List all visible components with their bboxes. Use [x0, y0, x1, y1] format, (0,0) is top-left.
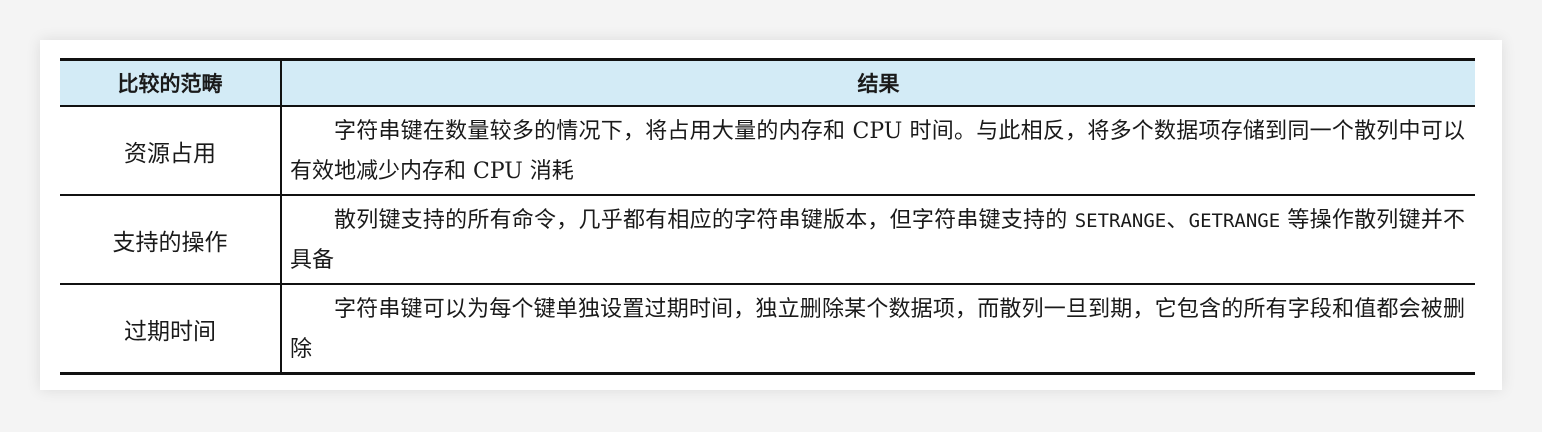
table-card: 比较的范畴 结果 资源占用 字符串键在数量较多的情况下，将占用大量的内存和 CP… — [40, 40, 1502, 390]
table-row: 过期时间 字符串键可以为每个键单独设置过期时间，独立删除某个数据项，而散列一旦到… — [60, 284, 1475, 374]
table-row: 资源占用 字符串键在数量较多的情况下，将占用大量的内存和 CPU 时间。与此相反… — [60, 106, 1475, 195]
row-result: 字符串键在数量较多的情况下，将占用大量的内存和 CPU 时间。与此相反，将多个数… — [290, 118, 1465, 184]
row-result: 字符串键可以为每个键单独设置过期时间，独立删除某个数据项，而散列一旦到期，它包含… — [290, 296, 1465, 362]
result-text: 、 — [1166, 207, 1189, 233]
row-result: 散列键支持的所有命令，几乎都有相应的字符串键版本，但字符串键支持的 SETRAN… — [281, 195, 1475, 284]
row-category: 支持的操作 — [60, 195, 282, 284]
row-category: 资源占用 — [60, 106, 282, 195]
code-setrange: SETRANGE — [1074, 209, 1167, 232]
code-getrange: GETRANGE — [1188, 209, 1281, 232]
result-text: 散列键支持的所有命令，几乎都有相应的字符串键版本，但字符串键支持的 — [334, 207, 1075, 233]
comparison-table: 比较的范畴 结果 资源占用 字符串键在数量较多的情况下，将占用大量的内存和 CP… — [60, 58, 1475, 375]
header-result: 结果 — [857, 72, 900, 96]
table-row: 支持的操作 散列键支持的所有命令，几乎都有相应的字符串键版本，但字符串键支持的 … — [60, 195, 1475, 284]
table-header-row: 比较的范畴 结果 — [60, 59, 1475, 106]
row-category: 过期时间 — [60, 284, 282, 374]
header-category: 比较的范畴 — [60, 59, 282, 106]
